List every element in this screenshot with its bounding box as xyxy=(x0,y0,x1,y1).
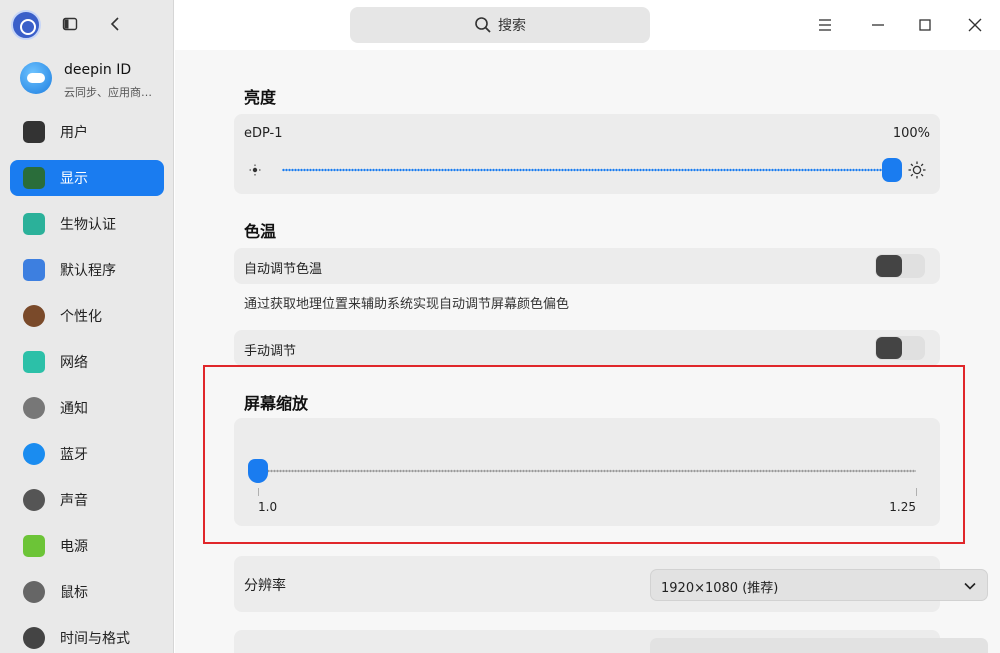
resolution-row: 分辨率 1920×1080 (推荐) xyxy=(234,556,988,612)
sidebar-item-battery[interactable]: 电源 xyxy=(10,528,164,564)
search-icon xyxy=(475,17,491,33)
sidebar-item-fingerprint[interactable]: 生物认证 xyxy=(10,206,164,242)
chevron-down-icon xyxy=(964,582,976,590)
sidebar-item-display[interactable]: 显示 xyxy=(10,160,164,196)
sidebar: deepin ID 云同步、应用商… 用户显示生物认证默认程序个性化网络通知蓝牙… xyxy=(0,0,174,653)
sidebar-item-label: 网络 xyxy=(60,355,88,371)
scaling-highlight-box xyxy=(203,365,965,544)
auto-color-temp-label: 自动调节色温 xyxy=(244,262,323,277)
sidebar-item-speaker[interactable]: 声音 xyxy=(10,482,164,518)
display-settings-panel: 亮度 eDP-1 100% 色温 自动调节色温 通过获取地理位置来辅助系统实现自… xyxy=(175,50,1000,653)
sidebar-item-label: 蓝牙 xyxy=(60,447,88,463)
sidebar-item-bell[interactable]: 通知 xyxy=(10,390,164,426)
sidebar-nav: 用户显示生物认证默认程序个性化网络通知蓝牙声音电源鼠标时间与格式 xyxy=(10,114,164,653)
fingerprint-icon xyxy=(23,213,45,235)
sidebar-item-network[interactable]: 网络 xyxy=(10,344,164,380)
clock-icon xyxy=(23,627,45,649)
sidebar-item-default-apps[interactable]: 默认程序 xyxy=(10,252,164,288)
sidebar-item-label: 鼠标 xyxy=(60,585,88,601)
search-input[interactable]: 搜索 xyxy=(350,7,650,43)
next-setting-row xyxy=(234,630,988,653)
brightness-slider-thumb[interactable] xyxy=(882,158,902,182)
control-center-logo-icon xyxy=(11,10,41,40)
maximize-icon[interactable] xyxy=(915,15,935,35)
auto-color-temp-toggle[interactable] xyxy=(875,254,925,278)
sidebar-item-label: 声音 xyxy=(60,493,88,509)
sidebar-item-clock[interactable]: 时间与格式 xyxy=(10,620,164,653)
sidebar-item-user[interactable]: 用户 xyxy=(10,114,164,150)
display-icon xyxy=(23,167,45,189)
battery-icon xyxy=(23,535,45,557)
deepin-id-account[interactable]: deepin ID 云同步、应用商… xyxy=(20,58,170,104)
close-icon[interactable] xyxy=(965,15,985,35)
user-icon xyxy=(23,121,45,143)
auto-color-temp-description: 通过获取地理位置来辅助系统实现自动调节屏幕颜色偏色 xyxy=(244,297,570,312)
mouse-icon xyxy=(23,581,45,603)
sidebar-item-bluetooth[interactable]: 蓝牙 xyxy=(10,436,164,472)
monitor-name: eDP-1 xyxy=(244,126,283,141)
brightness-card: eDP-1 100% xyxy=(234,114,940,194)
sidebar-item-label: 用户 xyxy=(60,125,88,141)
bluetooth-icon xyxy=(23,443,45,465)
auto-color-temp-row: 自动调节色温 xyxy=(234,248,940,284)
resolution-value: 1920×1080 (推荐) xyxy=(661,581,779,596)
minimize-icon[interactable] xyxy=(868,15,888,35)
account-subtitle: 云同步、应用商… xyxy=(64,86,152,99)
sidebar-item-label: 个性化 xyxy=(60,309,102,325)
sidebar-item-mouse[interactable]: 鼠标 xyxy=(10,574,164,610)
bell-icon xyxy=(23,397,45,419)
sidebar-item-label: 通知 xyxy=(60,401,88,417)
brightness-value: 100% xyxy=(892,126,930,141)
palette-icon xyxy=(23,305,45,327)
default-apps-icon xyxy=(23,259,45,281)
brightness-high-icon xyxy=(908,161,926,179)
sidebar-header xyxy=(0,0,174,50)
manual-adjust-label: 手动调节 xyxy=(244,344,297,359)
sidebar-item-label: 时间与格式 xyxy=(60,631,130,647)
cloud-avatar-icon xyxy=(20,62,52,94)
brightness-title: 亮度 xyxy=(244,88,277,107)
brightness-low-icon xyxy=(249,164,261,176)
sidebar-item-label: 生物认证 xyxy=(60,217,116,233)
brightness-slider-track[interactable] xyxy=(282,168,892,172)
sidebar-item-palette[interactable]: 个性化 xyxy=(10,298,164,334)
resolution-select[interactable]: 1920×1080 (推荐) xyxy=(650,569,988,601)
search-placeholder: 搜索 xyxy=(498,18,526,34)
account-name: deepin ID xyxy=(64,62,132,78)
menu-icon[interactable] xyxy=(815,15,835,35)
back-arrow-icon[interactable] xyxy=(106,14,126,34)
speaker-icon xyxy=(23,489,45,511)
resolution-label: 分辨率 xyxy=(244,578,286,594)
titlebar: 搜索 xyxy=(175,0,1000,50)
sidebar-toggle-icon[interactable] xyxy=(62,16,78,32)
color-temp-title: 色温 xyxy=(244,222,277,241)
sidebar-item-label: 电源 xyxy=(60,539,88,555)
sidebar-item-label: 显示 xyxy=(60,171,88,187)
next-setting-select[interactable] xyxy=(650,638,988,653)
manual-adjust-row: 手动调节 xyxy=(234,330,940,366)
sidebar-item-label: 默认程序 xyxy=(60,263,116,279)
network-icon xyxy=(23,351,45,373)
manual-adjust-toggle[interactable] xyxy=(875,336,925,360)
